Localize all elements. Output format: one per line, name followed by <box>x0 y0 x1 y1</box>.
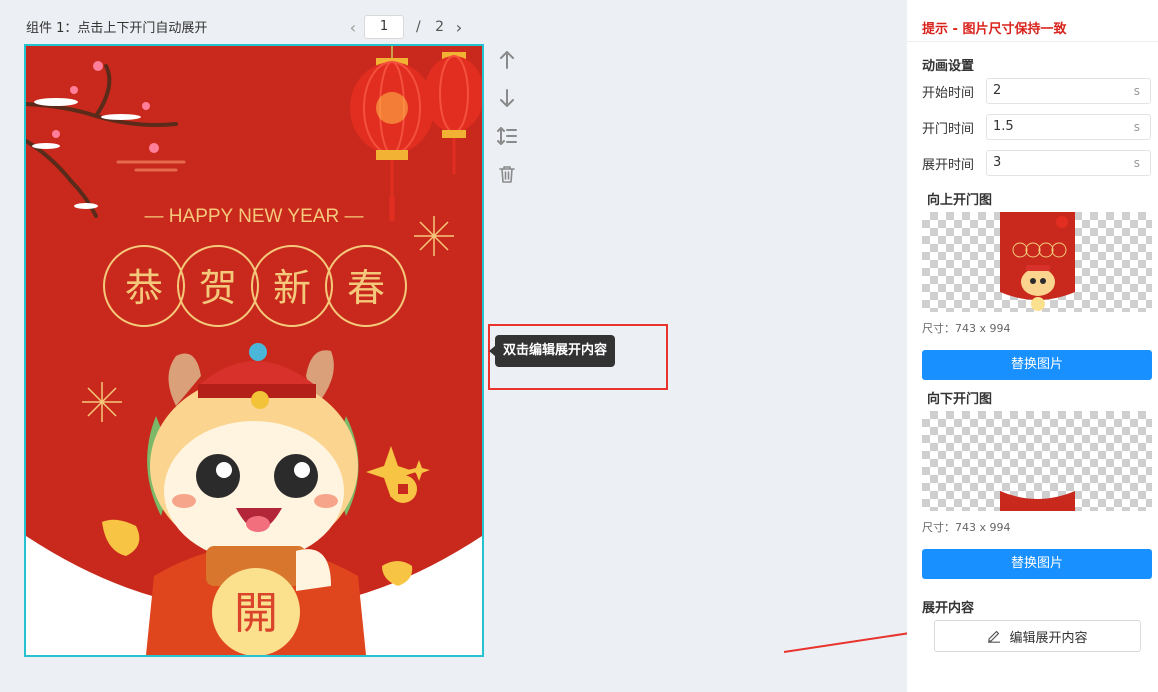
firework-left-icon <box>82 382 122 422</box>
animation-settings-title: 动画设置 <box>922 59 975 74</box>
open-time-row: 开门时间 1.5 s <box>922 114 1152 140</box>
component-title: 组件 1：点击上下开门自动展开 <box>26 21 208 36</box>
page-separator: / <box>416 19 421 35</box>
reorder-icon[interactable] <box>495 124 519 148</box>
edit-expand-tooltip: 双击编辑展开内容 <box>488 335 616 367</box>
edit-expand-content-label: 编辑展开内容 <box>1009 630 1088 646</box>
replace-down-image-button[interactable]: 替换图片 <box>922 549 1152 579</box>
start-time-unit: s <box>1133 84 1140 98</box>
start-time-label: 开始时间 <box>922 85 975 101</box>
divider <box>907 41 1158 42</box>
down-door-preview-image <box>1000 491 1075 511</box>
pagination: ‹ 1 / 2 › <box>344 15 468 39</box>
up-door-thumbnail <box>922 212 1152 312</box>
greeting-char-3: 新 <box>273 266 311 310</box>
up-door-image-title: 向上开门图 <box>927 193 993 208</box>
expand-time-input[interactable]: 3 s <box>986 150 1151 176</box>
greeting-char-4: 春 <box>347 266 385 310</box>
page-total: / 2 <box>410 19 450 35</box>
edit-pen-icon <box>987 629 1001 643</box>
expand-time-label: 展开时间 <box>922 157 975 173</box>
up-door-preview-image <box>1000 212 1075 311</box>
greeting-char-1: 恭 <box>125 266 163 310</box>
open-time-value: 1.5 <box>993 119 1014 134</box>
replace-up-image-button[interactable]: 替换图片 <box>922 350 1152 380</box>
firework-icon <box>414 216 454 256</box>
down-door-image-size: 尺寸：743 x 994 <box>922 521 1011 534</box>
greeting-char-2: 贺 <box>199 266 237 310</box>
down-door-thumbnail <box>922 411 1152 511</box>
expand-time-row: 展开时间 3 s <box>922 150 1152 176</box>
poster-headline: — HAPPY NEW YEAR — <box>145 206 364 227</box>
poster-canvas[interactable]: — HAPPY NEW YEAR — 恭 贺 新 春 開 <box>24 44 484 657</box>
page-number-input[interactable]: 1 <box>364 15 404 39</box>
layer-tools <box>495 48 519 200</box>
next-page-icon[interactable]: › <box>450 18 468 37</box>
poster-image: — HAPPY NEW YEAR — 恭 贺 新 春 開 <box>26 46 482 655</box>
delete-icon[interactable] <box>495 162 519 186</box>
start-time-value: 2 <box>993 83 1002 98</box>
expand-content-title: 展开内容 <box>922 601 975 616</box>
prev-page-icon[interactable]: ‹ <box>344 18 362 37</box>
open-time-input[interactable]: 1.5 s <box>986 114 1151 140</box>
move-up-icon[interactable] <box>495 48 519 72</box>
down-door-image-title: 向下开门图 <box>927 392 993 407</box>
settings-panel: 提示 - 图片尺寸保持一致 动画设置 开始时间 2 s 开门时间 1.5 s 展… <box>907 0 1158 692</box>
move-down-icon[interactable] <box>495 86 519 110</box>
tip-text: 提示 - 图片尺寸保持一致 <box>922 22 1067 37</box>
open-time-label: 开门时间 <box>922 121 975 137</box>
open-time-unit: s <box>1133 120 1140 134</box>
expand-time-value: 3 <box>993 155 1002 170</box>
start-time-input[interactable]: 2 s <box>986 78 1151 104</box>
open-char: 開 <box>234 588 278 639</box>
up-door-image-size: 尺寸：743 x 994 <box>922 322 1011 335</box>
edit-expand-content-button[interactable]: 编辑展开内容 <box>934 620 1141 652</box>
expand-time-unit: s <box>1133 156 1140 170</box>
page-count: 2 <box>435 19 444 35</box>
start-time-row: 开始时间 2 s <box>922 78 1152 104</box>
gold-coin-icon <box>389 475 417 503</box>
